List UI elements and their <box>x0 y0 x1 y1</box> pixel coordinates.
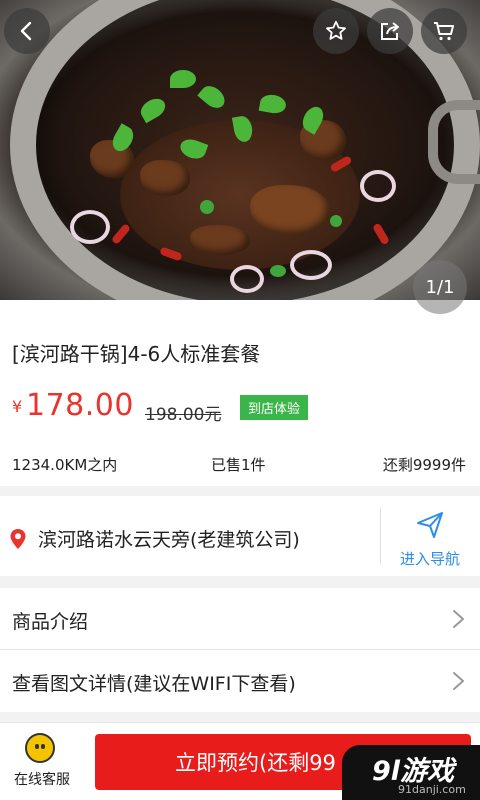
pan-handle <box>428 100 480 184</box>
original-price: 198.00元 <box>145 405 222 425</box>
onion <box>290 250 332 280</box>
star-icon <box>326 20 346 40</box>
navigation-icon <box>417 512 443 538</box>
currency-symbol: ¥ <box>12 397 23 416</box>
product-price: 178.00 <box>26 388 134 423</box>
menu-item-product-intro[interactable]: 商品介绍 <box>0 588 480 650</box>
scallion <box>330 215 342 227</box>
share-icon <box>381 22 399 40</box>
favorite-button[interactable] <box>313 8 359 54</box>
customer-service-label: 在线客服 <box>14 772 70 788</box>
location-pin-icon <box>10 529 26 549</box>
product-title: [滨河路干锅]4-6人标准套餐 <box>12 342 261 366</box>
navigate-label: 进入导航 <box>399 550 460 568</box>
customer-service-button[interactable]: 在线客服 <box>0 723 90 800</box>
chevron-right-icon <box>453 672 464 690</box>
address-divider <box>380 508 381 564</box>
address-text[interactable]: 滨河路诺水云天旁(老建筑公司) <box>38 525 300 552</box>
product-image-area: 1/1 <box>0 0 480 320</box>
cart-icon <box>434 22 454 41</box>
back-button[interactable] <box>4 8 50 54</box>
address-bar: 滨河路诺水云天旁(老建筑公司) 进入导航 <box>0 496 480 576</box>
product-info: [滨河路干锅]4-6人标准套餐 ¥ 178.00 198.00元 到店体验 12… <box>0 320 480 486</box>
experience-badge: 到店体验 <box>240 395 309 420</box>
onion <box>360 170 396 202</box>
onion <box>230 265 264 293</box>
customer-service-icon <box>25 733 55 763</box>
watermark-url: 91danji.com <box>398 783 466 796</box>
image-page-indicator: 1/1 <box>413 260 467 314</box>
onion <box>70 210 110 244</box>
scallion <box>270 265 286 277</box>
navigate-button[interactable]: 进入导航 <box>383 506 477 568</box>
share-button[interactable] <box>367 8 413 54</box>
cilantro <box>170 70 196 88</box>
distance-text: 1234.0KM之内 <box>12 456 118 474</box>
site-watermark: 9l游戏 91danji.com <box>342 745 480 800</box>
sold-count: 已售1件 <box>211 456 266 474</box>
scallion <box>200 200 214 214</box>
remaining-count: 还剩9999件 <box>382 456 466 474</box>
detail-menu: 商品介绍 查看图文详情(建议在WIFI下查看) <box>0 588 480 712</box>
back-icon <box>20 21 32 41</box>
cart-button[interactable] <box>421 8 467 54</box>
menu-item-label: 查看图文详情(建议在WIFI下查看) <box>12 673 296 695</box>
menu-item-image-details[interactable]: 查看图文详情(建议在WIFI下查看) <box>0 650 480 712</box>
menu-item-label: 商品介绍 <box>12 611 89 633</box>
chevron-right-icon <box>453 610 464 628</box>
